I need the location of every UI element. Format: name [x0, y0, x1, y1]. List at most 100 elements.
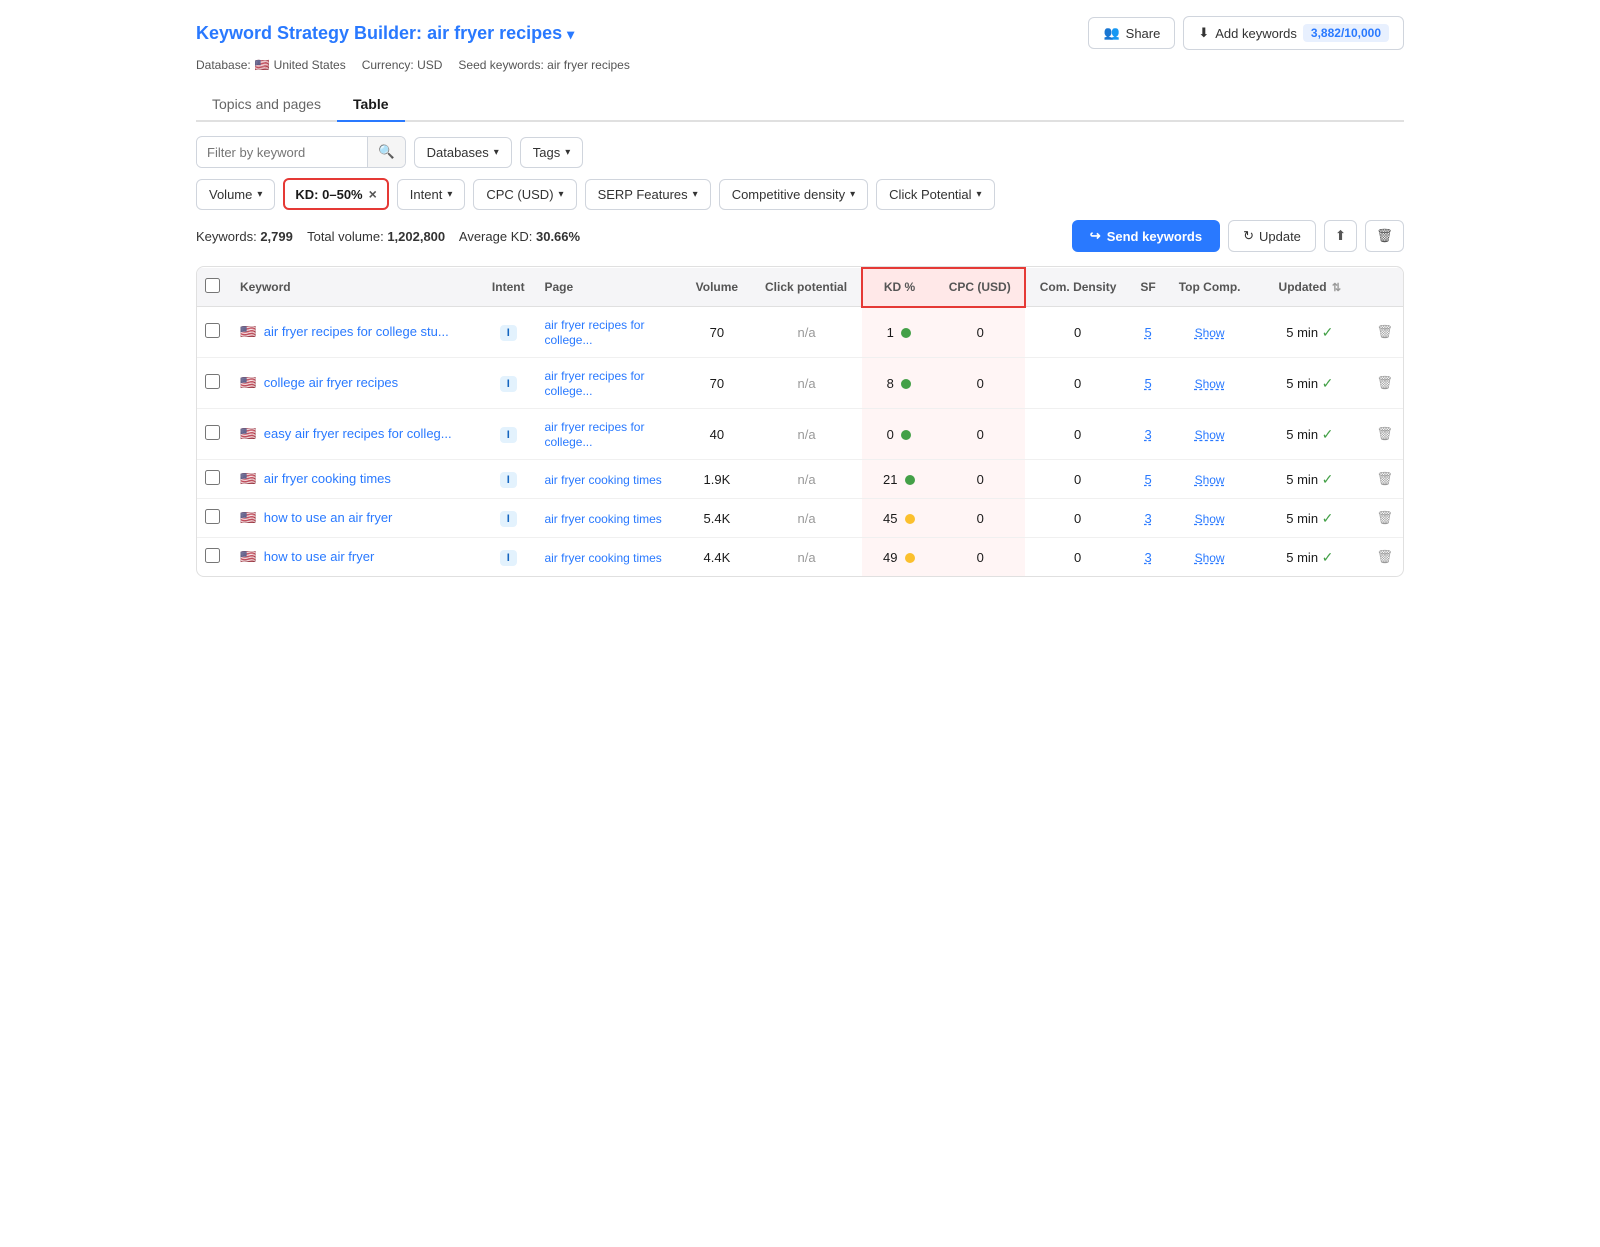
row-checkbox-0[interactable]	[205, 323, 220, 338]
table-row: 🇺🇸 college air fryer recipes I air fryer…	[197, 358, 1403, 409]
cpc-cell: 0	[936, 460, 1025, 499]
search-icon: 🔍	[378, 144, 395, 159]
cpc-cell: 0	[936, 499, 1025, 538]
page-link[interactable]: air fryer cooking times	[544, 512, 661, 526]
show-link[interactable]: Show	[1195, 428, 1225, 442]
page-link[interactable]: air fryer recipes for college...	[544, 318, 644, 347]
sort-icon: ⇅	[1332, 282, 1341, 294]
kd-filter-close-button[interactable]: ×	[369, 186, 377, 202]
keyword-link[interactable]: college air fryer recipes	[264, 375, 398, 390]
tab-table[interactable]: Table	[337, 88, 405, 122]
keyword-link[interactable]: how to use air fryer	[264, 549, 375, 564]
kd-dot	[905, 514, 915, 524]
chevron-down-icon[interactable]: ▾	[567, 26, 574, 42]
select-all-checkbox[interactable]	[205, 278, 220, 293]
kd-dot	[905, 475, 915, 485]
cpc-cell: 0	[936, 538, 1025, 577]
sf-cell: 5	[1130, 460, 1165, 499]
volume-cell: 40	[683, 409, 751, 460]
sf-link[interactable]: 3	[1144, 550, 1151, 565]
show-link[interactable]: Show	[1195, 326, 1225, 340]
row-delete-button[interactable]: 🗑	[1376, 549, 1393, 564]
keyword-search-button[interactable]: 🔍	[367, 137, 405, 167]
col-kd: KD %	[862, 268, 935, 307]
sf-link[interactable]: 3	[1144, 511, 1151, 526]
chevron-down-icon: ▾	[565, 147, 570, 158]
updated-cell: 5 min ✓	[1253, 409, 1366, 460]
table-row: 🇺🇸 air fryer cooking times I air fryer c…	[197, 460, 1403, 499]
intent-dropdown[interactable]: Intent ▾	[397, 179, 466, 210]
col-page: Page	[536, 268, 683, 307]
sf-link[interactable]: 5	[1144, 472, 1151, 487]
sf-link[interactable]: 3	[1144, 427, 1151, 442]
databases-dropdown[interactable]: Databases ▾	[414, 137, 512, 168]
kd-cell: 0	[862, 409, 935, 460]
update-button[interactable]: ↻ Update	[1228, 220, 1316, 252]
page-link[interactable]: air fryer recipes for college...	[544, 420, 644, 449]
row-checkbox-4[interactable]	[205, 509, 220, 524]
keyword-link[interactable]: air fryer cooking times	[264, 471, 391, 486]
kd-filter-badge: KD: 0–50% ×	[283, 178, 388, 210]
updated-cell: 5 min ✓	[1253, 538, 1366, 577]
export-button[interactable]: ⬆	[1324, 220, 1357, 252]
check-icon: ✓	[1322, 426, 1334, 442]
flag-icon: 🇺🇸	[240, 324, 256, 339]
table-row: 🇺🇸 air fryer recipes for college stu... …	[197, 307, 1403, 358]
row-checkbox-3[interactable]	[205, 470, 220, 485]
click-potential-cell: n/a	[751, 499, 863, 538]
refresh-icon: ↻	[1243, 228, 1254, 244]
col-volume: Volume	[683, 268, 751, 307]
top-comp-cell: Show	[1166, 538, 1254, 577]
show-link[interactable]: Show	[1195, 551, 1225, 565]
sf-link[interactable]: 5	[1144, 376, 1151, 391]
row-delete-button[interactable]: 🗑	[1376, 510, 1393, 525]
sf-cell: 3	[1130, 409, 1165, 460]
sf-link[interactable]: 5	[1144, 325, 1151, 340]
col-updated[interactable]: Updated ⇅	[1253, 268, 1366, 307]
add-keywords-button[interactable]: ⬇ Add keywords 3,882/10,000	[1183, 16, 1404, 50]
row-checkbox-1[interactable]	[205, 374, 220, 389]
delete-all-button[interactable]: 🗑	[1365, 220, 1404, 252]
click-potential-dropdown[interactable]: Click Potential ▾	[876, 179, 994, 210]
row-delete-button[interactable]: 🗑	[1376, 426, 1393, 441]
page-link[interactable]: air fryer recipes for college...	[544, 369, 644, 398]
serp-features-dropdown[interactable]: SERP Features ▾	[585, 179, 711, 210]
click-potential-cell: n/a	[751, 358, 863, 409]
keyword-filter-input[interactable]	[197, 138, 367, 167]
row-delete-button[interactable]: 🗑	[1376, 471, 1393, 486]
volume-dropdown[interactable]: Volume ▾	[196, 179, 275, 210]
updated-cell: 5 min ✓	[1253, 499, 1366, 538]
competitive-density-dropdown[interactable]: Competitive density ▾	[719, 179, 868, 210]
cpc-dropdown[interactable]: CPC (USD) ▾	[473, 179, 576, 210]
tab-topics-and-pages[interactable]: Topics and pages	[196, 88, 337, 122]
share-button[interactable]: 👥 Share	[1088, 17, 1175, 49]
tags-dropdown[interactable]: Tags ▾	[520, 137, 584, 168]
check-icon: ✓	[1322, 375, 1334, 391]
check-icon: ✓	[1322, 510, 1334, 526]
row-checkbox-2[interactable]	[205, 425, 220, 440]
kd-cell: 49	[862, 538, 935, 577]
show-link[interactable]: Show	[1195, 377, 1225, 391]
top-comp-cell: Show	[1166, 460, 1254, 499]
show-link[interactable]: Show	[1195, 512, 1225, 526]
row-checkbox-5[interactable]	[205, 548, 220, 563]
flag-icon: 🇺🇸	[240, 375, 256, 390]
tab-bar: Topics and pages Table	[196, 88, 1404, 122]
flag-icon: 🇺🇸	[240, 510, 256, 525]
keyword-link[interactable]: easy air fryer recipes for colleg...	[264, 426, 452, 441]
page-link[interactable]: air fryer cooking times	[544, 473, 661, 487]
row-delete-button[interactable]: 🗑	[1376, 324, 1393, 339]
kd-cell: 1	[862, 307, 935, 358]
page-link[interactable]: air fryer cooking times	[544, 551, 661, 565]
com-density-cell: 0	[1025, 358, 1131, 409]
cpc-cell: 0	[936, 307, 1025, 358]
keyword-link[interactable]: air fryer recipes for college stu...	[264, 324, 449, 339]
stats-bar: Keywords: 2,799 Total volume: 1,202,800 …	[196, 220, 1404, 252]
cpc-cell: 0	[936, 358, 1025, 409]
table-row: 🇺🇸 how to use air fryer I air fryer cook…	[197, 538, 1403, 577]
row-delete-button[interactable]: 🗑	[1376, 375, 1393, 390]
show-link[interactable]: Show	[1195, 473, 1225, 487]
send-keywords-button[interactable]: ↪ Send keywords	[1072, 220, 1220, 252]
kd-dot	[901, 430, 911, 440]
keyword-link[interactable]: how to use an air fryer	[264, 510, 393, 525]
